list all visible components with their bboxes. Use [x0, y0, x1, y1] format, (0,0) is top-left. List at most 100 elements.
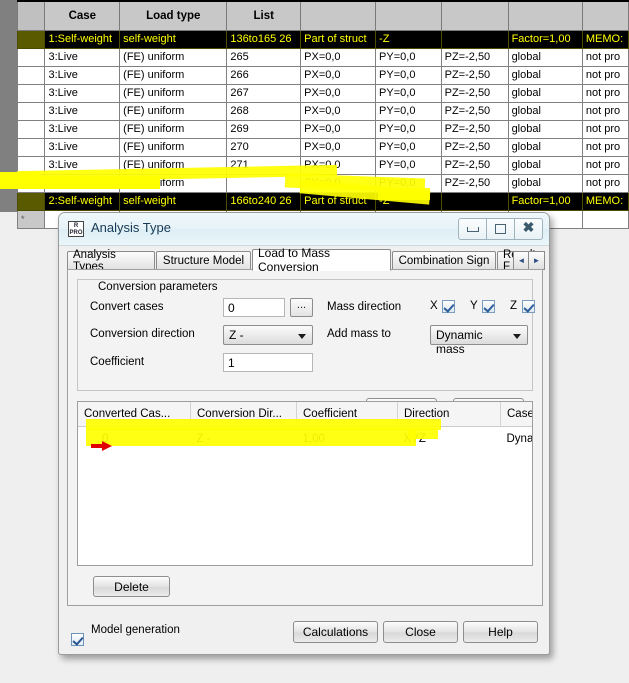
table-cell[interactable]: PZ=-2,50 [440, 174, 509, 193]
table-cell[interactable]: PZ=-2,50 [440, 84, 509, 103]
table-cell[interactable]: (FE) uniform [119, 156, 228, 175]
table-cell[interactable]: 3:Live [44, 156, 121, 175]
table-cell[interactable]: 3:Live [44, 48, 121, 67]
table-cell[interactable]: 266 [226, 66, 302, 85]
col-header-load-type[interactable]: Load type [119, 0, 228, 31]
mass-direction-x-checkbox[interactable] [442, 300, 455, 313]
table-cell[interactable]: not pro [581, 174, 629, 193]
table-cell[interactable]: Part of struct [300, 192, 377, 211]
table-cell[interactable]: PX=0,0 [300, 84, 377, 103]
conversion-list-row[interactable]: 0 Z - 1,00 XYZ Dynamic mass [78, 427, 532, 452]
col-header-list[interactable]: List [226, 0, 302, 31]
tab-analysis-types[interactable]: Analysis Types [67, 249, 155, 273]
col-header-case[interactable]: Case [44, 0, 121, 31]
table-cell[interactable]: 3:Live [44, 84, 121, 103]
mass-direction-y-checkbox[interactable] [482, 300, 495, 313]
table-cell[interactable]: global [507, 84, 583, 103]
minimize-button[interactable] [458, 218, 487, 240]
table-cell[interactable]: 3:Live [44, 120, 121, 139]
table-cell[interactable]: (FE) uniform [119, 102, 228, 121]
model-generation-checkbox[interactable] [71, 633, 84, 646]
row-header-cell[interactable] [16, 174, 46, 193]
table-cell[interactable]: PY=0,0 [375, 102, 442, 121]
table-cell[interactable]: PX=0,0 [300, 66, 377, 85]
table-cell[interactable]: 265 [226, 48, 302, 67]
table-cell[interactable]: not pro [581, 156, 629, 175]
table-cell[interactable] [581, 210, 629, 229]
table-cell[interactable]: 166to240 26 [226, 192, 302, 211]
row-header-cell[interactable] [16, 66, 46, 85]
maximize-button[interactable] [487, 218, 515, 240]
table-row[interactable]: 1:Self-weight self-weight 136to165 26 Part … [16, 30, 629, 49]
dialog-titlebar[interactable]: R PRO Analysis Type ✖ [59, 213, 549, 246]
table-row[interactable]: 3:Live (FE) uniform 266 PX=0,0 PY=0,0 PZ=-2,5… [16, 66, 629, 85]
table-cell[interactable]: (FE) uniform [119, 138, 228, 157]
table-cell[interactable]: MEMO: [581, 192, 629, 211]
col-header-5[interactable] [375, 0, 442, 31]
table-cell[interactable]: PY=0,0 [375, 174, 442, 193]
table-cell[interactable] [440, 30, 509, 49]
tab-load-to-mass-conversion[interactable]: Load to Mass Conversion [252, 246, 391, 274]
table-cell[interactable] [226, 174, 302, 193]
row-header-corner[interactable] [16, 0, 46, 31]
table-cell[interactable]: 3:Live [44, 138, 121, 157]
tab-structure-model[interactable]: Structure Model [156, 251, 251, 270]
table-row[interactable]: 3:Live (FE) uniform 267 PX=0,0 PY=0,0 PZ=-2,5… [16, 84, 629, 103]
table-cell[interactable]: not pro [581, 66, 629, 85]
table-cell[interactable]: PX=0,0 [300, 120, 377, 139]
table-cell[interactable]: 270 [226, 138, 302, 157]
table-cell[interactable]: self-weight [119, 192, 228, 211]
dg-col-case-no[interactable]: Case No. [500, 402, 532, 427]
table-cell[interactable]: global [507, 174, 583, 193]
table-cell[interactable]: global [507, 102, 583, 121]
table-cell[interactable]: self-weight [119, 30, 228, 49]
convert-cases-input[interactable]: 0 [223, 298, 285, 317]
close-dialog-button[interactable]: Close [383, 621, 458, 643]
table-cell[interactable]: Factor=1,00 [507, 192, 583, 211]
table-cell[interactable]: Part of struct [300, 30, 377, 49]
table-cell[interactable]: global [507, 138, 583, 157]
table-cell[interactable]: PX=0,0 [300, 156, 377, 175]
table-cell[interactable]: 136to165 26 [226, 30, 302, 49]
table-cell[interactable]: MEMO: [581, 30, 629, 49]
table-cell[interactable]: PZ=-2,50 [440, 138, 509, 157]
table-cell[interactable]: PZ=-2,50 [440, 120, 509, 139]
table-cell[interactable]: PY=0,0 [375, 156, 442, 175]
row-header-cell[interactable] [16, 102, 46, 121]
table-cell[interactable]: (FE) uniform [119, 66, 228, 85]
conversion-direction-select[interactable]: Z - [223, 325, 313, 345]
load-records-table[interactable]: Case Load type List 1:Self-weight self-we… [16, 0, 629, 229]
table-cell[interactable]: global [507, 66, 583, 85]
table-cell[interactable]: PY=0,0 [375, 48, 442, 67]
dg-col-conversion-direction[interactable]: Conversion Dir... [190, 402, 297, 427]
table-cell[interactable]: not pro [581, 120, 629, 139]
table-cell[interactable]: not pro [581, 84, 629, 103]
table-row[interactable]: 3:Live (FE) uniform 268 PX=0,0 PY=0,0 PZ=-2,5… [16, 102, 629, 121]
table-cell[interactable]: global [507, 120, 583, 139]
table-cell[interactable]: 1:Self-weight [44, 30, 121, 49]
table-cell[interactable]: PY=0,0 [375, 138, 442, 157]
analysis-type-dialog[interactable]: R PRO Analysis Type ✖ Analysis Types Str… [58, 212, 550, 655]
table-cell[interactable] [440, 192, 509, 211]
row-header-cell[interactable] [16, 84, 46, 103]
col-header-4[interactable] [300, 0, 377, 31]
table-cell[interactable]: (FE) uniform [119, 120, 228, 139]
table-cell[interactable]: 268 [226, 102, 302, 121]
table-row[interactable]: 3:Live (FE) uniform 271 PX=0,0 PY=0,0 PZ=-2,5… [16, 156, 629, 175]
table-cell[interactable]: PZ=-2,50 [440, 102, 509, 121]
table-row[interactable]: 3:Live (FE) uniform 269 PX=0,0 PY=0,0 PZ=-2,5… [16, 120, 629, 139]
dg-col-converted-case[interactable]: Converted Cas... [78, 402, 191, 427]
table-cell[interactable]: PZ=-2,50 [440, 66, 509, 85]
table-cell[interactable]: (FE) uniform [119, 84, 228, 103]
conversion-list-grid[interactable]: Converted Cas... Conversion Dir... Coeff… [77, 401, 533, 566]
table-cell[interactable]: PY=0,0 [375, 84, 442, 103]
table-row[interactable]: 3:Live (FE) uniform PX=0,0 PY=0,0 PZ=-2,50 gl… [16, 174, 629, 193]
table-cell[interactable]: not pro [581, 102, 629, 121]
convert-cases-browse-button[interactable]: ... [290, 298, 313, 317]
table-cell[interactable]: 3:Live [44, 66, 121, 85]
table-cell[interactable]: 3:Live [44, 102, 121, 121]
add-mass-to-select[interactable]: Dynamic mass [430, 325, 528, 356]
dg-col-direction[interactable]: Direction [397, 402, 501, 427]
table-cell[interactable]: PX=0,0 [300, 174, 377, 193]
row-header-cell[interactable] [16, 156, 46, 175]
